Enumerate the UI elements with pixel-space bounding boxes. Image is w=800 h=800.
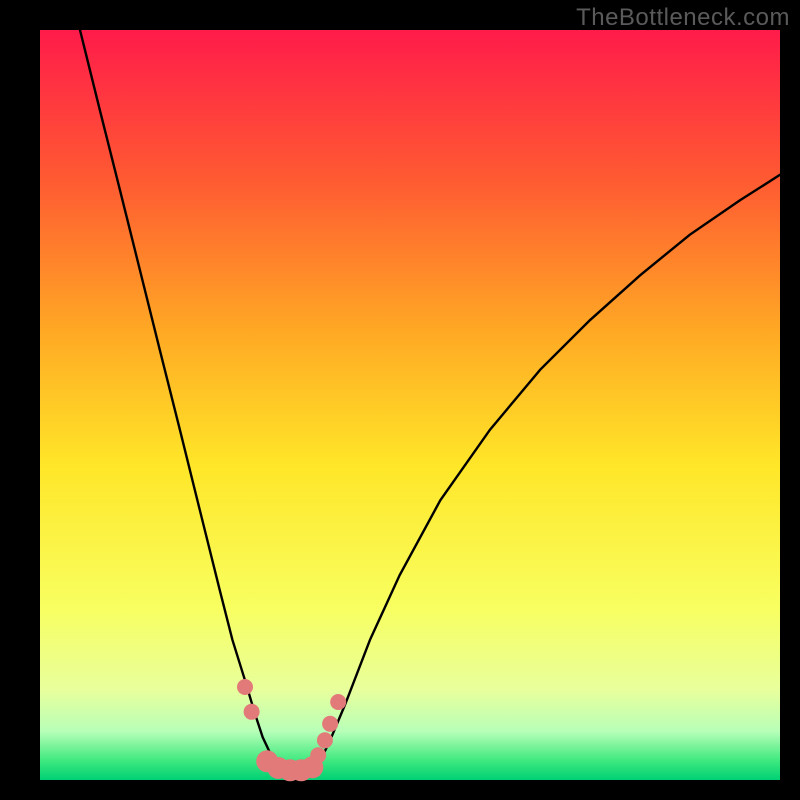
chart-frame: { "watermark": "TheBottleneck.com", "cha… [0, 0, 800, 800]
highlight-point [317, 732, 333, 748]
highlight-point [322, 716, 338, 732]
watermark-text: TheBottleneck.com [576, 4, 790, 32]
highlight-point [330, 694, 346, 710]
gradient-background [40, 30, 780, 780]
highlight-point [310, 747, 326, 763]
highlight-point [237, 679, 253, 695]
bottleneck-chart [0, 0, 800, 800]
highlight-point [244, 704, 260, 720]
